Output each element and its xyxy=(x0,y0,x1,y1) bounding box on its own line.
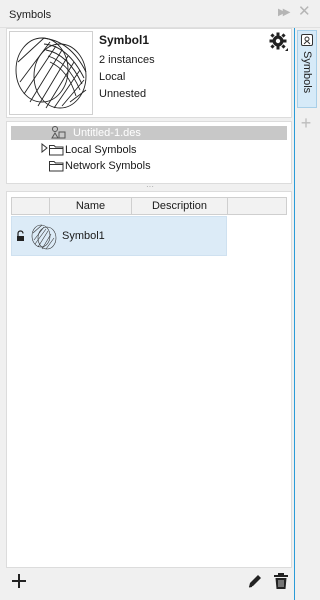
tree-item-document[interactable]: Untitled-1.des xyxy=(11,126,287,140)
tab-symbols[interactable]: Symbols xyxy=(297,30,317,108)
symbol-thumbnail xyxy=(9,31,93,115)
column-header-name[interactable]: Name xyxy=(50,198,132,214)
symbols-docker: Symbols ▶▶ ✕ Symbols + Symbol1 2 instanc… xyxy=(0,0,320,600)
symbol-library-tree: Untitled-1.des Local Symbols Network Sym… xyxy=(6,121,292,184)
symbol-scope: Local xyxy=(99,71,126,83)
list-item-name: Symbol1 xyxy=(62,230,105,242)
close-icon[interactable]: ✕ xyxy=(298,4,312,19)
tree-item-label: Local Symbols xyxy=(65,144,137,156)
tree-item-local-symbols[interactable]: Local Symbols xyxy=(49,143,249,157)
document-symbols-icon xyxy=(51,126,66,139)
chevron-right-icon[interactable] xyxy=(41,142,49,154)
tree-item-label: Untitled-1.des xyxy=(73,127,141,139)
tab-symbols-label: Symbols xyxy=(301,51,313,94)
list-header: Name Description xyxy=(11,197,287,215)
fast-forward-icon[interactable]: ▶▶ xyxy=(278,7,292,21)
symbol-preview-panel: Symbol1 2 instances Local Unnested xyxy=(6,28,292,118)
symbol-thumbnail-icon xyxy=(30,223,58,251)
symbol-name: Symbol1 xyxy=(99,33,150,47)
symbols-tab-icon xyxy=(301,34,313,46)
pencil-icon[interactable] xyxy=(244,570,266,592)
symbol-nesting: Unnested xyxy=(99,88,147,100)
list-item[interactable]: Symbol1 xyxy=(11,216,227,256)
plus-icon[interactable] xyxy=(8,570,30,592)
tree-item-network-symbols[interactable]: Network Symbols xyxy=(49,159,249,173)
panel-title: Symbols xyxy=(9,9,52,21)
title-bar: Symbols ▶▶ ✕ xyxy=(0,0,320,28)
lock-open-icon[interactable] xyxy=(16,230,26,242)
folder-icon xyxy=(49,159,64,172)
panel-splitter[interactable]: ··· xyxy=(146,183,156,191)
gear-icon[interactable] xyxy=(269,32,289,52)
symbol-list: Name Description Symbol1 xyxy=(6,191,292,568)
tree-item-label: Network Symbols xyxy=(65,160,151,172)
folder-icon xyxy=(49,143,64,156)
column-header-icon[interactable] xyxy=(12,198,50,214)
symbol-instances: 2 instances xyxy=(99,54,155,66)
column-header-description[interactable]: Description xyxy=(132,198,228,214)
trash-icon[interactable] xyxy=(270,570,292,592)
add-docker-tab-icon[interactable]: + xyxy=(299,114,313,132)
